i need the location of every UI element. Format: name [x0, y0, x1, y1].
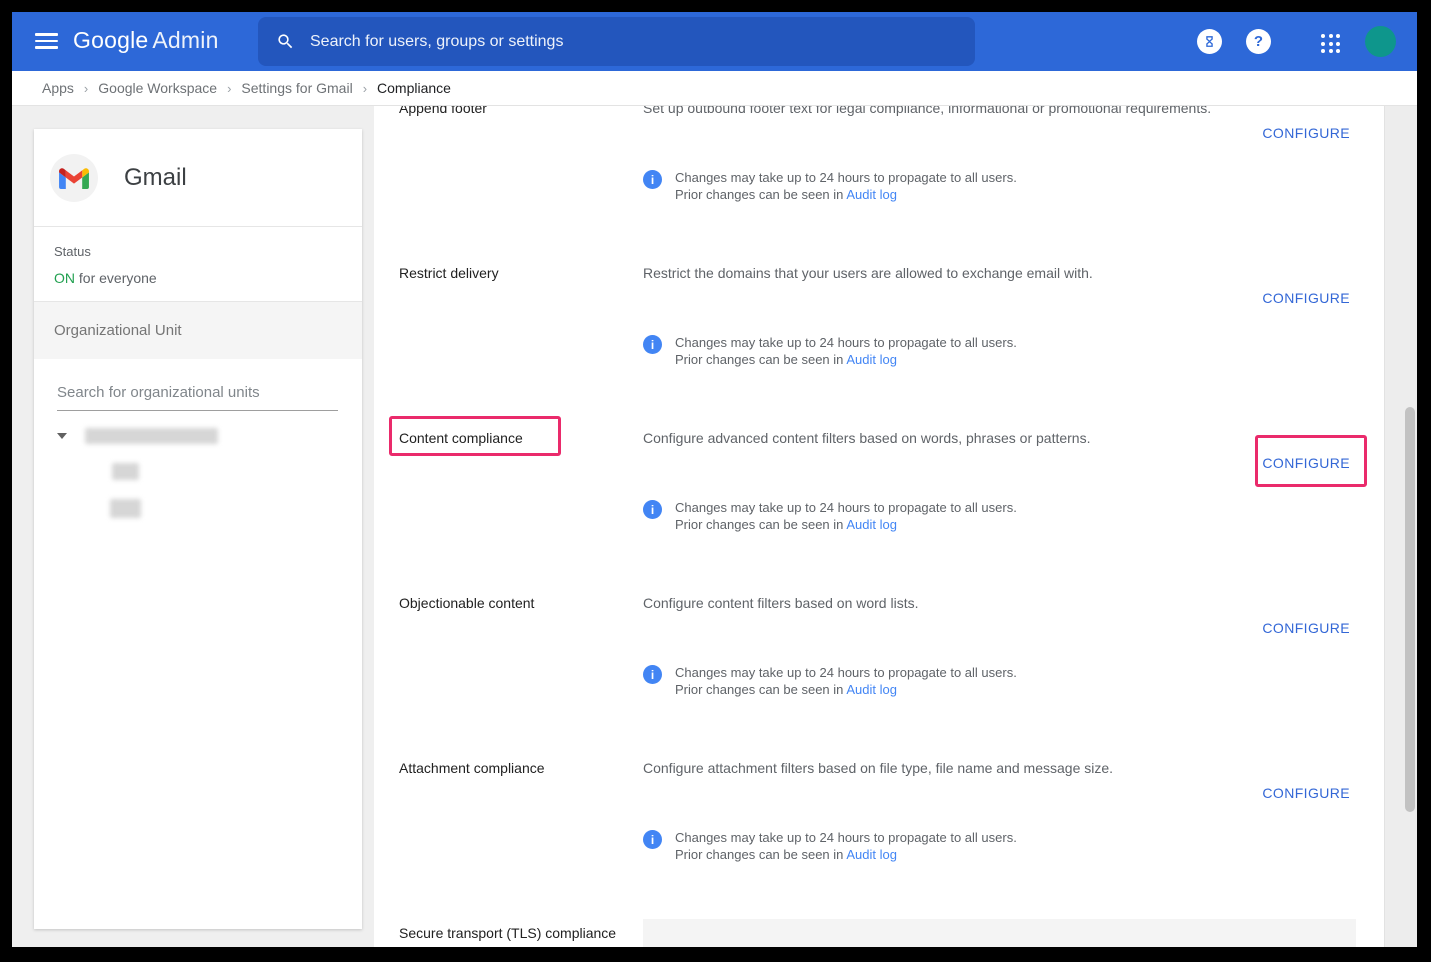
audit-log-link[interactable]: Audit log	[846, 517, 897, 532]
info-line-1: Changes may take up to 24 hours to propa…	[675, 664, 1017, 681]
brand-logo[interactable]: GoogleAdmin	[73, 27, 219, 54]
setting-title: Secure transport (TLS) compliance	[399, 924, 643, 942]
gmail-logo-icon	[59, 166, 89, 189]
org-unit-child-redacted[interactable]	[110, 499, 141, 518]
hourglass-icon	[1203, 35, 1216, 48]
breadcrumb-separator-icon: ›	[363, 81, 367, 96]
propagation-info-note: i Changes may take up to 24 hours to pro…	[643, 499, 1017, 533]
help-button[interactable]: ?	[1246, 29, 1271, 54]
organizational-unit-header: Organizational Unit	[34, 302, 362, 359]
info-icon: i	[643, 665, 662, 684]
account-avatar[interactable]	[1365, 26, 1396, 57]
setting-title: Attachment compliance	[399, 759, 643, 777]
gmail-service-card: Gmail Status ON for everyone Organizatio…	[34, 129, 362, 929]
apps-grid-icon[interactable]	[1321, 34, 1340, 53]
setting-title: Content compliance	[399, 429, 643, 447]
admin-console-window: GoogleAdmin ? Apps › Google Workspace › …	[12, 12, 1417, 947]
global-search-bar[interactable]	[258, 17, 975, 66]
setting-title: Objectionable content	[399, 594, 643, 612]
info-line-2: Prior changes can be seen inAudit log	[675, 681, 1017, 698]
setting-row-content-compliance[interactable]: Content compliance Configure advanced co…	[399, 429, 1350, 594]
setting-row-attachment-compliance[interactable]: Attachment compliance Configure attachme…	[399, 759, 1350, 924]
service-title: Gmail	[124, 164, 187, 192]
breadcrumb-settings-for-gmail[interactable]: Settings for Gmail	[241, 80, 352, 96]
brand-admin: Admin	[152, 27, 218, 53]
breadcrumb-apps[interactable]: Apps	[42, 80, 74, 96]
page-body: Gmail Status ON for everyone Organizatio…	[12, 106, 1417, 947]
global-search-input[interactable]	[310, 33, 975, 51]
top-app-bar: GoogleAdmin ?	[12, 12, 1417, 71]
info-line-1: Changes may take up to 24 hours to propa…	[675, 169, 1017, 186]
breadcrumb-google-workspace[interactable]: Google Workspace	[98, 80, 217, 96]
org-unit-search	[57, 384, 338, 411]
setting-title: Restrict delivery	[399, 264, 643, 282]
info-line-1: Changes may take up to 24 hours to propa…	[675, 334, 1017, 351]
setting-description: Configure content filters based on word …	[643, 594, 1350, 612]
info-line-1: Changes may take up to 24 hours to propa…	[675, 829, 1017, 846]
brand-google: Google	[73, 27, 148, 53]
info-line-1: Changes may take up to 24 hours to propa…	[675, 499, 1017, 516]
search-icon	[276, 32, 295, 51]
setting-description: Configure advanced content filters based…	[643, 429, 1350, 447]
setting-row-append-footer[interactable]: Append footer Set up outbound footer tex…	[399, 106, 1350, 264]
status-value: ON for everyone	[54, 270, 342, 286]
audit-log-link[interactable]: Audit log	[846, 847, 897, 862]
setting-description: Configure attachment filters based on fi…	[643, 759, 1350, 777]
setting-row-objectionable-content[interactable]: Objectionable content Configure content …	[399, 594, 1350, 759]
configure-button-content-compliance[interactable]: CONFIGURE	[1262, 455, 1350, 471]
status-scope: for everyone	[75, 270, 157, 286]
status-label: Status	[54, 244, 342, 259]
breadcrumb-separator-icon: ›	[227, 81, 231, 96]
info-line-2: Prior changes can be seen inAudit log	[675, 516, 1017, 533]
status-section: Status ON for everyone	[34, 227, 362, 302]
menu-icon[interactable]	[35, 33, 58, 49]
scrollbar-thumb[interactable]	[1405, 407, 1415, 812]
status-on-badge: ON	[54, 270, 75, 286]
org-unit-root-redacted[interactable]	[85, 428, 218, 444]
configure-button[interactable]: CONFIGURE	[1262, 290, 1350, 306]
info-line-2: Prior changes can be seen inAudit log	[675, 351, 1017, 368]
organizational-unit-label: Organizational Unit	[54, 322, 182, 339]
tree-expand-arrow-icon[interactable]	[57, 433, 67, 439]
info-line-2: Prior changes can be seen inAudit log	[675, 846, 1017, 863]
gmail-card-header: Gmail	[34, 129, 362, 227]
audit-log-link[interactable]: Audit log	[846, 682, 897, 697]
breadcrumb: Apps › Google Workspace › Settings for G…	[12, 71, 1417, 106]
propagation-info-note: i Changes may take up to 24 hours to pro…	[643, 664, 1017, 698]
scrollbar-track[interactable]	[1384, 106, 1417, 947]
info-line-2: Prior changes can be seen inAudit log	[675, 186, 1017, 203]
row-hover-background	[643, 919, 1356, 947]
propagation-info-note: i Changes may take up to 24 hours to pro…	[643, 334, 1017, 368]
org-unit-child-redacted[interactable]	[112, 463, 139, 480]
info-icon: i	[643, 170, 662, 189]
configure-button[interactable]: CONFIGURE	[1262, 785, 1350, 801]
propagation-info-note: i Changes may take up to 24 hours to pro…	[643, 169, 1017, 203]
org-unit-tree	[34, 428, 362, 548]
org-unit-search-input[interactable]	[57, 384, 338, 411]
compliance-settings-panel: Append footer Set up outbound footer tex…	[374, 106, 1384, 947]
gmail-logo-badge	[50, 154, 98, 202]
info-icon: i	[643, 335, 662, 354]
propagation-info-note: i Changes may take up to 24 hours to pro…	[643, 829, 1017, 863]
setting-title: Append footer	[399, 106, 643, 117]
configure-button[interactable]: CONFIGURE	[1262, 620, 1350, 636]
info-icon: i	[643, 500, 662, 519]
breadcrumb-separator-icon: ›	[84, 81, 88, 96]
setting-row-secure-transport-tls[interactable]: Secure transport (TLS) compliance	[399, 924, 1350, 947]
setting-description: Set up outbound footer text for legal co…	[643, 106, 1350, 117]
info-icon: i	[643, 830, 662, 849]
configure-button[interactable]: CONFIGURE	[1262, 125, 1350, 141]
breadcrumb-current-compliance: Compliance	[377, 80, 451, 96]
audit-log-link[interactable]: Audit log	[846, 187, 897, 202]
setting-description: Restrict the domains that your users are…	[643, 264, 1350, 282]
tasks-hourglass-button[interactable]	[1197, 29, 1222, 54]
setting-row-restrict-delivery[interactable]: Restrict delivery Restrict the domains t…	[399, 264, 1350, 429]
question-mark-icon: ?	[1254, 33, 1263, 50]
audit-log-link[interactable]: Audit log	[846, 352, 897, 367]
